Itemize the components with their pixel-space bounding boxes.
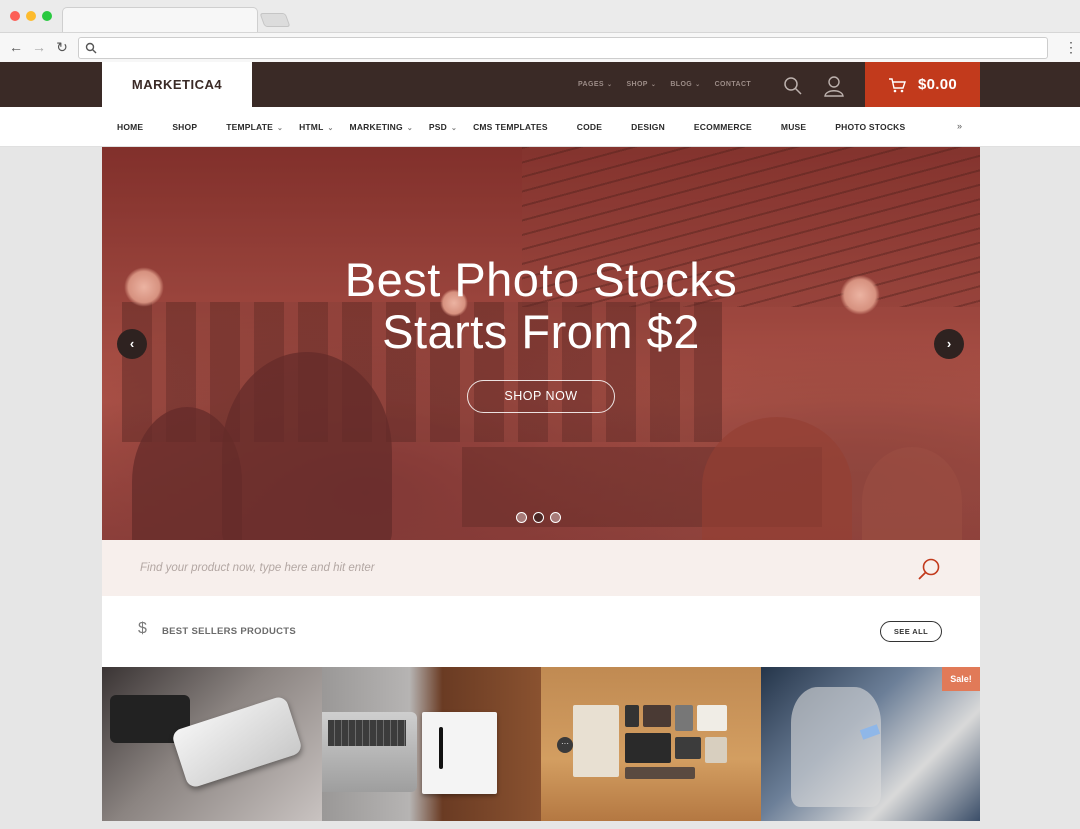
more-icon[interactable]: ··· <box>557 737 573 753</box>
nav-item-label: PHOTO STOCKS <box>835 122 906 132</box>
slider-dot[interactable] <box>550 512 561 523</box>
nav-item-home[interactable]: HOME <box>117 122 143 132</box>
search-icon[interactable] <box>783 76 803 96</box>
nav-item-marketing[interactable]: MARKETING ⌄ <box>350 122 413 132</box>
nav-item-html[interactable]: HTML ⌄ <box>299 122 333 132</box>
nav-item-psd[interactable]: PSD ⌄ <box>429 122 457 132</box>
nav-item-ecommerce[interactable]: ECOMMERCE <box>694 122 752 132</box>
nav-item-code[interactable]: CODE <box>577 122 602 132</box>
search-input[interactable]: Find your product now, type here and hit… <box>140 540 375 596</box>
top-link-label: PAGES <box>578 81 604 88</box>
window-controls <box>10 11 52 21</box>
reload-icon[interactable]: ↻ <box>54 39 70 55</box>
nav-item-label: TEMPLATE <box>226 122 273 132</box>
browser-tab[interactable] <box>62 7 258 33</box>
dollar-icon: $ <box>138 620 147 637</box>
hero-title: Best Photo Stocks Starts From $2 <box>102 254 980 358</box>
person-image <box>790 687 881 807</box>
nav-item-template[interactable]: TEMPLATE ⌄ <box>226 122 283 132</box>
nav-item-label: HTML <box>299 122 324 132</box>
product-grid: ··· Sale! <box>102 667 980 821</box>
top-link-pages[interactable]: PAGES ⌄ <box>578 81 612 88</box>
product-tile[interactable] <box>321 667 541 821</box>
nav-item-label: CODE <box>576 122 603 132</box>
nav-item-photo-stocks[interactable]: PHOTO STOCKS <box>835 122 905 132</box>
new-tab-button[interactable] <box>259 13 291 27</box>
product-tile[interactable] <box>102 667 322 821</box>
forward-icon[interactable]: → <box>31 39 47 55</box>
top-link-label: CONTACT <box>714 81 752 88</box>
shop-now-button[interactable]: SHOP NOW <box>467 380 615 413</box>
browser-menu-icon[interactable]: ⋮ <box>1064 40 1078 54</box>
nav-item-cms-templates[interactable]: CMS TEMPLATES <box>473 122 548 132</box>
chevron-down-icon: ⌄ <box>695 82 701 88</box>
top-header: MARKETICA4 PAGES ⌄ SHOP ⌄ BLOG ⌄ CONTACT $0… <box>0 62 1080 108</box>
nav-item-muse[interactable]: MUSE <box>781 122 806 132</box>
top-link-label: SHOP <box>626 81 648 88</box>
nav-item-label: MUSE <box>780 122 807 132</box>
laptop-image <box>321 712 417 792</box>
browser-toolbar: ← → ↻ ⋮ <box>0 32 1080 62</box>
top-links: PAGES ⌄ SHOP ⌄ BLOG ⌄ CONTACT <box>578 62 751 107</box>
site-logo[interactable]: MARKETICA4 <box>102 62 252 108</box>
pen-image <box>438 727 443 769</box>
cart-button[interactable]: $0.00 <box>865 62 980 107</box>
cart-total: $0.00 <box>917 76 958 93</box>
notebook-image <box>421 712 497 794</box>
chevron-down-icon: ⌄ <box>650 82 657 88</box>
chevron-left-icon[interactable]: ‹ <box>117 329 147 359</box>
flat-lay-image <box>573 705 733 785</box>
chevron-down-icon: ⌄ <box>276 125 284 132</box>
chevron-down-icon: ⌄ <box>327 125 334 132</box>
website: MARKETICA4 PAGES ⌄ SHOP ⌄ BLOG ⌄ CONTACT $0… <box>0 62 1080 829</box>
top-link-label: BLOG <box>670 81 693 88</box>
product-tile[interactable]: Sale! <box>760 667 980 821</box>
slider-dot-active[interactable] <box>533 512 544 523</box>
user-icon[interactable] <box>823 75 845 97</box>
keyboard-image <box>327 720 406 746</box>
nav-items: HOME SHOP TEMPLATE ⌄ HTML ⌄ MARKETING ⌄ PSD… <box>117 107 905 147</box>
back-icon[interactable]: ← <box>8 39 24 55</box>
search-icon <box>85 42 97 54</box>
phone-image <box>170 694 304 790</box>
product-tile[interactable]: ··· <box>541 667 761 821</box>
address-bar[interactable] <box>78 37 1048 59</box>
sale-badge: Sale! <box>942 667 980 691</box>
chevron-down-icon: ⌄ <box>450 125 458 132</box>
chevron-right-icon[interactable]: › <box>934 329 964 359</box>
nav-item-label: DESIGN <box>631 122 665 132</box>
nav-item-label: PSD <box>428 122 447 132</box>
top-link-shop[interactable]: SHOP ⌄ <box>626 81 656 88</box>
nav-item-label: ECOMMERCE <box>693 122 752 132</box>
search-icon[interactable] <box>917 557 941 581</box>
best-sellers-header: $ BEST SELLERS PRODUCTS SEE ALL <box>102 596 980 667</box>
top-link-blog[interactable]: BLOG ⌄ <box>670 81 700 88</box>
nav-item-shop[interactable]: SHOP <box>172 122 197 132</box>
double-chevron-down-icon[interactable]: » <box>957 121 962 131</box>
chevron-down-icon: ⌄ <box>406 125 413 132</box>
main-navigation: HOME SHOP TEMPLATE ⌄ HTML ⌄ MARKETING ⌄ PSD… <box>0 107 1080 147</box>
hero-title-line: Best Photo Stocks <box>344 253 738 306</box>
chevron-down-icon: ⌄ <box>607 82 613 88</box>
nav-item-label: SHOP <box>172 122 198 132</box>
minimize-window-button[interactable] <box>26 11 36 21</box>
see-all-button[interactable]: SEE ALL <box>880 621 942 642</box>
hero-slider: Best Photo Stocks Starts From $2 SHOP NO… <box>102 147 980 540</box>
product-search[interactable]: Find your product now, type here and hit… <box>102 540 980 596</box>
browser-chrome: ← → ↻ ⋮ <box>0 0 1080 62</box>
hero-title-line: Starts From $2 <box>382 305 700 358</box>
slider-dots <box>516 512 561 523</box>
nav-item-label: HOME <box>117 122 144 132</box>
nav-item-design[interactable]: DESIGN <box>631 122 665 132</box>
nav-item-label: MARKETING <box>349 122 403 132</box>
cart-icon <box>888 77 906 92</box>
section-title: BEST SELLERS PRODUCTS <box>162 626 297 637</box>
close-window-button[interactable] <box>10 11 20 21</box>
top-link-contact[interactable]: CONTACT <box>715 81 752 88</box>
nav-item-label: CMS TEMPLATES <box>473 122 548 132</box>
maximize-window-button[interactable] <box>42 11 52 21</box>
slider-dot[interactable] <box>516 512 527 523</box>
